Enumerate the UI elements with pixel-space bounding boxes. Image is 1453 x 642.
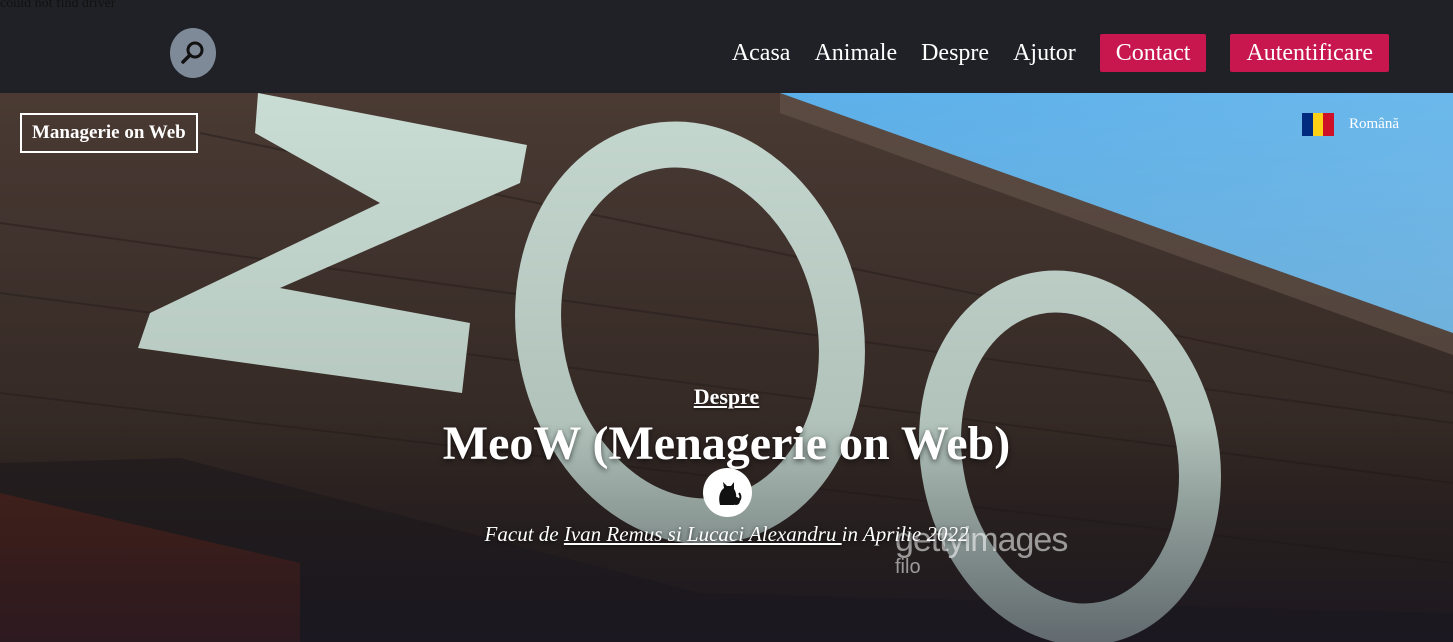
language-selector[interactable]: Română xyxy=(1302,113,1399,136)
credits-suffix: in Aprilie 2022 xyxy=(841,522,969,546)
about-link[interactable]: Despre xyxy=(0,384,1453,410)
credits-line: Facut de Ivan Remus si Lucaci Alexandru … xyxy=(0,522,1453,547)
page-title: MeoW (Menagerie on Web) xyxy=(442,417,1011,470)
nav-link-despre[interactable]: Despre xyxy=(921,34,989,72)
nav-link-acasa[interactable]: Acasa xyxy=(732,34,791,72)
nav-link-animale[interactable]: Animale xyxy=(814,34,897,72)
romania-flag-icon xyxy=(1302,113,1335,136)
about-link-label[interactable]: Despre xyxy=(694,384,760,409)
language-label: Română xyxy=(1349,116,1399,132)
cat-logo-icon xyxy=(703,468,752,517)
brand-logo-box[interactable]: Managerie on Web xyxy=(20,113,198,153)
login-button[interactable]: Autentificare xyxy=(1230,34,1389,72)
nav-links: Acasa Animale Despre Ajutor Contact Aute… xyxy=(708,34,1389,72)
credits-prefix: Facut de xyxy=(484,522,564,546)
authors-link[interactable]: Ivan Remus si Lucaci Alexandru xyxy=(564,522,842,546)
zoo-sign-background xyxy=(0,93,1453,642)
search-icon xyxy=(181,41,204,64)
nav-link-ajutor[interactable]: Ajutor xyxy=(1013,34,1076,72)
search-button[interactable] xyxy=(170,28,216,78)
hero-section: Managerie on Web Română gettyimages filo… xyxy=(0,93,1453,642)
contact-button[interactable]: Contact xyxy=(1099,34,1207,72)
navbar: Acasa Animale Despre Ajutor Contact Aute… xyxy=(0,0,1453,93)
error-message: could not find driver xyxy=(0,0,116,11)
